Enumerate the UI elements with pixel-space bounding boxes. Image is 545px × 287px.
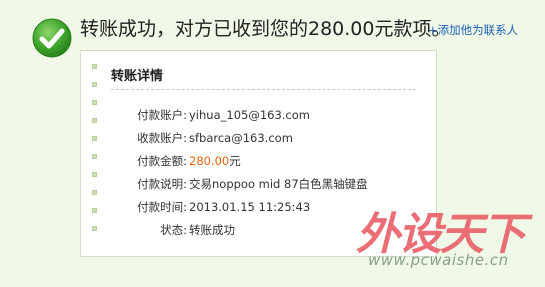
- payment-time-value: 2013.01.15 11:25:43: [189, 199, 311, 214]
- payer-account-value: yihua_105@163.com: [189, 107, 310, 122]
- bullet-dot: [92, 208, 97, 213]
- amount-unit: 元: [229, 153, 241, 168]
- status-row: 状态: 转账成功: [111, 218, 368, 241]
- description-value: 交易noppoo mid 87白色黑轴键盘: [189, 176, 368, 191]
- decorative-dots: [92, 64, 98, 244]
- watermark-url: www.pcwaishe.cn: [368, 251, 509, 269]
- bullet-dot: [92, 118, 97, 123]
- amount-value: 280.00: [189, 153, 230, 168]
- description-label: 付款说明:: [137, 176, 187, 191]
- payer-account-label: 付款账户:: [137, 107, 187, 122]
- bullet-dot: [92, 82, 97, 87]
- description-row: 付款说明: 交易noppoo mid 87白色黑轴键盘: [111, 172, 368, 195]
- payment-time-label: 付款时间:: [137, 199, 187, 214]
- bullet-dot: [92, 136, 97, 141]
- watermark: 外设天下 www.pcwaishe.cn: [342, 198, 538, 278]
- status-label: 状态:: [160, 222, 187, 237]
- bullet-dot: [92, 172, 97, 177]
- status-value: 转账成功: [189, 222, 235, 237]
- details-title: 转账详情: [111, 69, 164, 84]
- payer-account-row: 付款账户: yihua_105@163.com: [111, 103, 368, 126]
- bullet-dot: [92, 154, 97, 159]
- payment-time-row: 付款时间: 2013.01.15 11:25:43: [111, 195, 368, 218]
- dashed-divider: [111, 89, 416, 90]
- amount-label: 付款金额:: [137, 153, 187, 168]
- amount-value-wrap: 280.00元: [189, 153, 241, 169]
- payee-account-value: sfbarca@163.com: [189, 130, 293, 145]
- bullet-dot: [92, 64, 97, 69]
- payee-account-label: 收款账户:: [137, 130, 187, 145]
- payee-account-row: 收款账户: sfbarca@163.com: [111, 126, 368, 149]
- amount-row: 付款金额: 280.00元: [111, 149, 368, 172]
- check-circle-icon: [32, 18, 72, 58]
- details-list: 付款账户: yihua_105@163.com 收款账户: sfbarca@16…: [111, 103, 368, 241]
- bullet-dot: [92, 190, 97, 195]
- bullet-dot: [92, 100, 97, 105]
- bullet-dot: [92, 226, 97, 231]
- success-message: 转账成功，对方已收到您的280.00元款项。: [80, 18, 451, 40]
- add-contact-link[interactable]: +添加他为联系人: [428, 22, 518, 38]
- transfer-success-page: 转账成功，对方已收到您的280.00元款项。 +添加他为联系人 转账详情 付款账…: [0, 0, 545, 287]
